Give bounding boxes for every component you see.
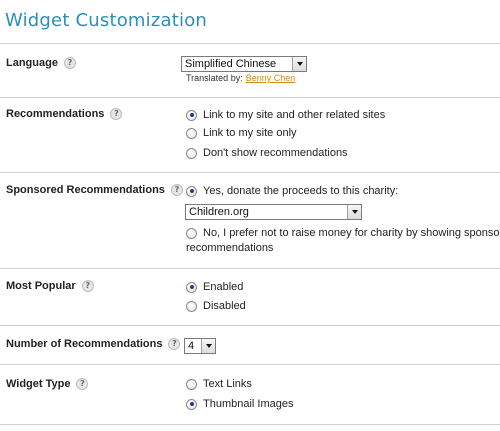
divider (0, 424, 500, 425)
recommendations-option-none[interactable]: Don't show recommendations (186, 147, 348, 159)
radio-label: Don't show recommendations (203, 147, 348, 159)
radio-button-selected[interactable] (186, 281, 197, 293)
radio-button-selected[interactable] (186, 109, 197, 121)
chevron-down-icon (201, 339, 215, 353)
radio-button[interactable] (186, 127, 197, 139)
radio-button[interactable] (186, 227, 197, 239)
most-popular-label: Most Popular (6, 280, 76, 292)
recommendations-label-row: Recommendations ? (6, 108, 123, 120)
widget-type-label: Widget Type (6, 378, 71, 390)
radio-label: Thumbnail Images (203, 398, 294, 410)
chevron-down-icon (292, 57, 306, 71)
radio-label: Text Links (203, 378, 252, 390)
divider (0, 97, 500, 98)
radio-button[interactable] (186, 300, 197, 312)
number-of-recommendations-select[interactable]: 4 (184, 338, 216, 354)
radio-button-selected[interactable] (186, 398, 197, 410)
help-icon[interactable]: ? (110, 108, 123, 120)
help-icon[interactable]: ? (76, 378, 89, 390)
widget-type-option-thumbnail-images[interactable]: Thumbnail Images (186, 398, 294, 410)
radio-label: Enabled (203, 281, 244, 293)
language-label-row: Language ? (6, 57, 76, 69)
radio-label: No, I prefer not to raise money for char… (203, 227, 500, 239)
divider (0, 268, 500, 269)
recommendations-option-only[interactable]: Link to my site only (186, 127, 297, 139)
sponsored-option-no-continued: recommendations (186, 242, 274, 254)
divider (0, 172, 500, 173)
sponsored-label: Sponsored Recommendations (6, 184, 165, 196)
widget-type-label-row: Widget Type ? (6, 378, 89, 390)
sponsored-label-row: Sponsored Recommendations ? (6, 184, 183, 196)
number-of-recommendations-label: Number of Recommendations (6, 338, 163, 350)
most-popular-label-row: Most Popular ? (6, 280, 94, 292)
radio-button-selected[interactable] (186, 185, 197, 197)
help-icon[interactable]: ? (170, 184, 183, 196)
help-icon[interactable]: ? (168, 338, 181, 350)
sponsored-option-yes[interactable]: Yes, donate the proceeds to this charity… (186, 185, 398, 197)
most-popular-option-disabled[interactable]: Disabled (186, 300, 246, 312)
charity-select[interactable]: Children.org (185, 204, 362, 220)
help-icon[interactable]: ? (63, 57, 76, 69)
recommendations-option-related[interactable]: Link to my site and other related sites (186, 109, 385, 121)
radio-label: Link to my site only (203, 127, 297, 139)
language-select-value: Simplified Chinese (185, 58, 277, 70)
language-label: Language (6, 57, 58, 69)
page-title: Widget Customization (5, 10, 208, 31)
number-of-recommendations-value: 4 (188, 340, 195, 352)
radio-label: Disabled (203, 300, 246, 312)
widget-type-option-text-links[interactable]: Text Links (186, 378, 252, 390)
radio-label: Link to my site and other related sites (203, 109, 386, 121)
chevron-down-icon (347, 205, 361, 219)
translator-link[interactable]: Benny Chen (246, 73, 296, 83)
divider (0, 364, 500, 365)
translated-by-label: Translated by: (186, 73, 243, 83)
radio-label: Yes, donate the proceeds to this charity… (203, 185, 399, 197)
sponsored-option-no[interactable]: No, I prefer not to raise money for char… (186, 227, 500, 239)
charity-select-value: Children.org (189, 206, 249, 218)
radio-button[interactable] (186, 378, 197, 390)
divider (0, 325, 500, 326)
most-popular-option-enabled[interactable]: Enabled (186, 281, 243, 293)
divider (0, 43, 500, 44)
number-of-recommendations-label-row: Number of Recommendations ? (6, 338, 181, 350)
radio-button[interactable] (186, 147, 197, 159)
help-icon[interactable]: ? (81, 280, 94, 292)
recommendations-label: Recommendations (6, 108, 105, 120)
translated-by: Translated by: Benny Chen (186, 73, 295, 83)
language-select[interactable]: Simplified Chinese (181, 56, 307, 72)
